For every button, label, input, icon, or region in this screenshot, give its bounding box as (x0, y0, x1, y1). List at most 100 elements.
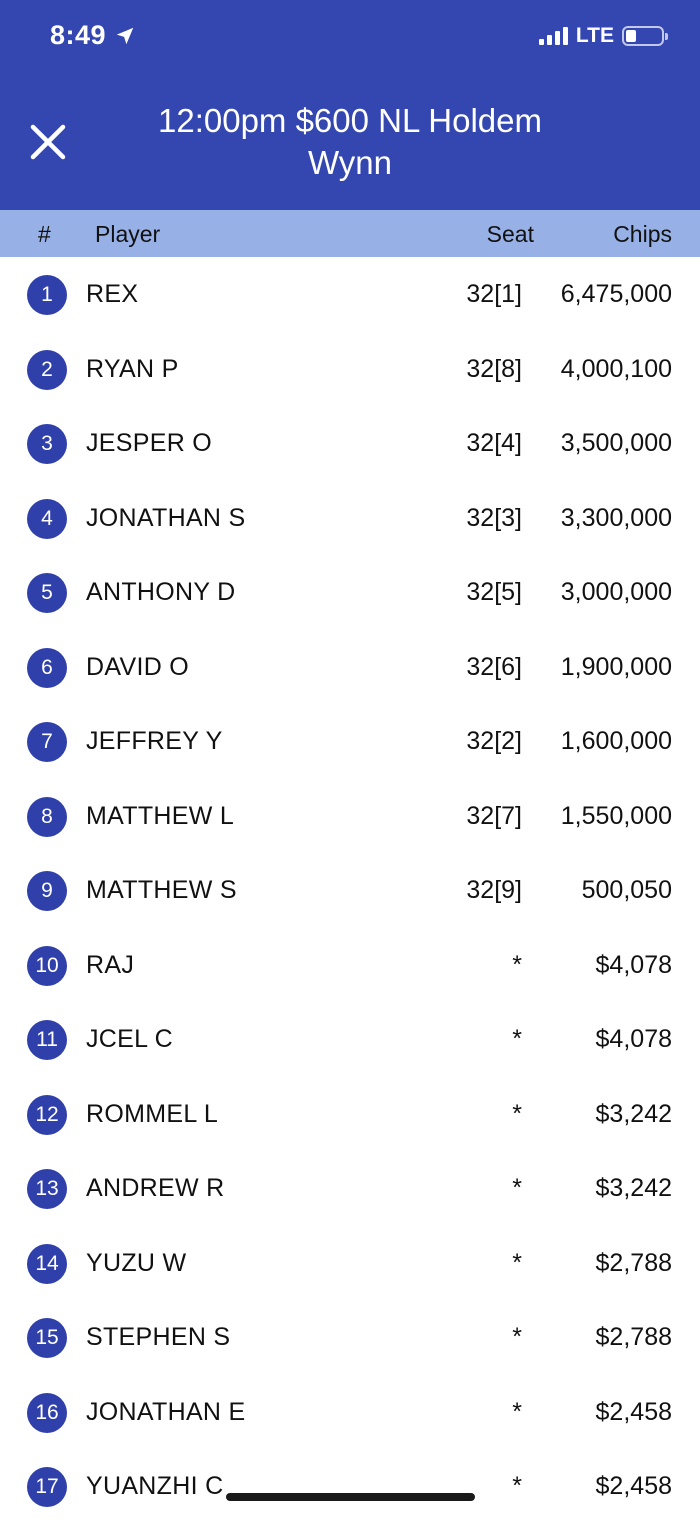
table-row[interactable]: 7 JEFFREY Y 32[2] 1,600,000 (0, 704, 700, 779)
column-seat-header[interactable]: Seat (487, 221, 534, 248)
chips-value: $2,788 (595, 1248, 672, 1277)
seat-value: * (512, 1323, 522, 1351)
chips-value: 3,300,000 (560, 503, 672, 532)
rank-badge: 14 (27, 1243, 67, 1284)
rank-badge: 16 (27, 1392, 67, 1433)
table-row[interactable]: 2 RYAN P 32[8] 4,000,100 (0, 332, 700, 407)
rank-badge: 17 (27, 1467, 67, 1507)
player-name: ANDREW R (86, 1174, 225, 1202)
chips-value: $3,242 (595, 1174, 672, 1202)
rank-badge: 15 (27, 1318, 67, 1358)
seat-value: 32[1] (466, 280, 522, 308)
home-indicator[interactable] (226, 1493, 475, 1501)
table-row[interactable]: 14 YUZU W * $2,788 (0, 1226, 700, 1301)
seat-value: * (512, 1025, 522, 1053)
column-player-header[interactable]: Player (95, 221, 160, 248)
chips-value: $4,078 (595, 1025, 672, 1053)
rank-badge: 13 (27, 1169, 67, 1209)
seat-value: 32[4] (466, 429, 522, 457)
table-row[interactable]: 12 ROMMEL L * $3,242 (0, 1077, 700, 1152)
player-name: ROMMEL L (86, 1099, 219, 1128)
rank-badge: 10 (27, 945, 67, 986)
player-name: STEPHEN S (86, 1323, 231, 1351)
chips-value: 500,050 (581, 876, 672, 904)
seat-value: 32[7] (466, 801, 522, 830)
table-row[interactable]: 13 ANDREW R * $3,242 (0, 1151, 700, 1226)
seat-value: 32[8] (466, 354, 522, 383)
chips-value: 3,000,000 (560, 578, 672, 606)
seat-value: * (512, 1472, 522, 1500)
table-row[interactable]: 5 ANTHONY D 32[5] 3,000,000 (0, 555, 700, 630)
close-icon (30, 124, 66, 160)
close-button[interactable] (26, 120, 70, 164)
table-row[interactable]: 8 MATTHEW L 32[7] 1,550,000 (0, 779, 700, 854)
table-row[interactable]: 10 RAJ * $4,078 (0, 928, 700, 1003)
table-header: # Player Seat Chips (0, 210, 700, 257)
seat-value: 32[5] (466, 578, 522, 606)
seat-value: * (512, 1397, 522, 1426)
rank-badge: 3 (27, 424, 67, 464)
player-name: RAJ (86, 950, 135, 979)
rank-badge: 2 (27, 349, 67, 390)
rank-badge: 9 (27, 871, 67, 911)
seat-value: 32[6] (466, 652, 522, 681)
player-name: JEFFREY Y (86, 727, 223, 755)
chips-value: 4,000,100 (560, 354, 672, 383)
chips-value: $2,788 (595, 1323, 672, 1351)
table-row[interactable]: 16 JONATHAN E * $2,458 (0, 1375, 700, 1450)
page-title: 12:00pm $600 NL Holdem Wynn (100, 100, 600, 184)
player-name: MATTHEW S (86, 876, 237, 904)
rank-badge: 8 (27, 796, 67, 837)
chips-value: $4,078 (595, 950, 672, 979)
rank-badge: 5 (27, 573, 67, 613)
player-name: JONATHAN E (86, 1397, 246, 1426)
column-rank-header[interactable]: # (38, 221, 51, 248)
chips-value: $2,458 (595, 1472, 672, 1500)
player-name: YUANZHI C (86, 1472, 224, 1500)
chips-value: $3,242 (595, 1099, 672, 1128)
chips-value: 6,475,000 (560, 280, 672, 308)
table-row[interactable]: 17 YUANZHI C * $2,458 (0, 1449, 700, 1524)
table-row[interactable]: 4 JONATHAN S 32[3] 3,300,000 (0, 481, 700, 556)
table-row[interactable]: 1 REX 32[1] 6,475,000 (0, 257, 700, 332)
seat-value: 32[2] (466, 727, 522, 755)
seat-value: * (512, 1174, 522, 1202)
chips-value: 1,550,000 (560, 801, 672, 830)
player-name: YUZU W (86, 1248, 187, 1277)
title-venue: Wynn (307, 144, 393, 181)
rank-badge: 4 (27, 498, 67, 539)
network-type: LTE (575, 24, 614, 47)
chips-value: 1,900,000 (560, 652, 672, 681)
location-arrow-icon (116, 27, 134, 44)
player-name: JESPER O (86, 429, 213, 457)
table-row[interactable]: 9 MATTHEW S 32[9] 500,050 (0, 853, 700, 928)
player-name: REX (86, 280, 139, 308)
rank-badge: 6 (27, 647, 67, 688)
player-name: DAVID O (86, 652, 190, 681)
column-chips-header[interactable]: Chips (613, 221, 672, 248)
rank-badge: 12 (27, 1094, 67, 1135)
battery-level (626, 30, 637, 42)
table-row[interactable]: 6 DAVID O 32[6] 1,900,000 (0, 630, 700, 705)
status-time-text: 8:49 (50, 20, 107, 50)
rank-badge: 7 (27, 722, 67, 762)
seat-value: 32[3] (466, 503, 522, 532)
chips-value: 1,600,000 (560, 727, 672, 755)
chips-value: $2,458 (595, 1397, 672, 1426)
player-list: 1 REX 32[1] 6,475,000 2 RYAN P 32[8] 4,000,100 3… (0, 257, 700, 1524)
player-name: ANTHONY D (86, 578, 236, 606)
table-row[interactable]: 3 JESPER O 32[4] 3,500,000 (0, 406, 700, 481)
status-bar-time: 8:49 (50, 20, 136, 51)
table-row[interactable]: 11 JCEL C * $4,078 (0, 1002, 700, 1077)
app-header: 8:49 LTE 12:00pm $600 NL Holdem Wynn (0, 0, 700, 210)
seat-value: 32[9] (466, 876, 522, 904)
status-bar-indicators: LTE (538, 24, 668, 48)
table-row[interactable]: 15 STEPHEN S * $2,788 (0, 1300, 700, 1375)
battery-icon (622, 26, 668, 46)
rank-badge: 11 (27, 1020, 67, 1060)
player-name: RYAN P (86, 354, 179, 383)
title-tournament: 12:00pm $600 NL Holdem (157, 102, 542, 139)
seat-value: * (512, 950, 522, 979)
player-name: MATTHEW L (86, 801, 235, 830)
chips-value: 3,500,000 (560, 429, 672, 457)
